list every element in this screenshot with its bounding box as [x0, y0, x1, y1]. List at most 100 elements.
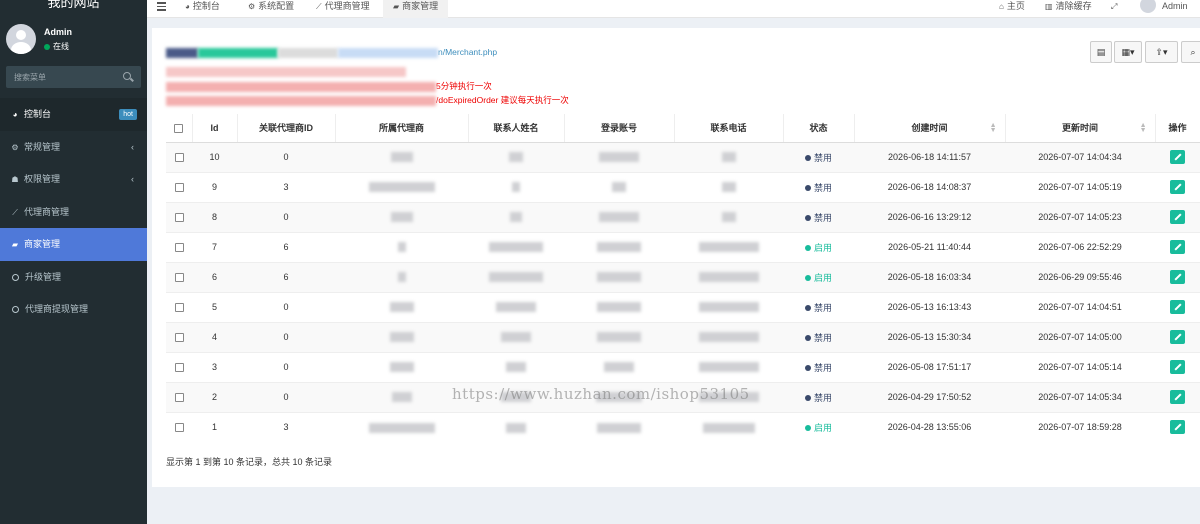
redacted-text: [391, 392, 412, 403]
edit-icon[interactable]: [1170, 210, 1185, 224]
row-select-cell: [166, 351, 192, 382]
site-title[interactable]: 我的网站: [0, 0, 147, 11]
table-row[interactable]: 5 0 禁用 2026-05-13 16:13:43 2026-07-07 14:04:…: [166, 291, 1200, 322]
sidebar-item-dashboard[interactable]: ◕ 控制台 hot: [0, 98, 147, 131]
status-text: 禁用: [813, 362, 832, 373]
table-row[interactable]: 3 0 禁用 2026-05-08 17:51:17 2026-07-07 14:05:…: [166, 351, 1200, 382]
cell-created: 2026-06-16 13:29:12: [854, 201, 1005, 232]
col-login-account[interactable]: 登录账号: [564, 114, 675, 143]
cell-agent: [335, 231, 468, 262]
edit-icon[interactable]: [1170, 240, 1185, 254]
sidebar-item-general[interactable]: ⚙ 常规管理 ‹: [0, 131, 147, 164]
row-checkbox[interactable]: [174, 273, 184, 283]
menu-search-input[interactable]: [6, 66, 116, 88]
line-chart-icon: ⟋: [12, 207, 18, 217]
row-checkbox[interactable]: [174, 423, 184, 433]
redacted-text: [698, 362, 759, 373]
sidebar-item-permission[interactable]: ☗ 权限管理 ‹: [0, 163, 147, 196]
cell-contact-name: [468, 291, 564, 322]
cell-phone: [674, 351, 783, 382]
tab-merchant-manage[interactable]: ▰ 商家管理: [383, 0, 449, 18]
row-checkbox[interactable]: [174, 243, 184, 253]
sidebar-item-merchant[interactable]: ▰ 商家管理: [0, 228, 147, 261]
tab-dashboard[interactable]: ◕ 控制台: [181, 0, 224, 18]
row-checkbox[interactable]: [174, 153, 184, 163]
redacted-text: [397, 272, 406, 283]
cell-agent: [335, 321, 468, 352]
row-checkbox[interactable]: [174, 393, 184, 403]
row-checkbox[interactable]: [174, 363, 184, 373]
export-button[interactable]: ⇪▾: [1145, 41, 1178, 63]
table-row[interactable]: 4 0 禁用 2026-05-13 15:30:34 2026-07-07 14:05:…: [166, 321, 1200, 352]
row-checkbox[interactable]: [174, 213, 184, 223]
home-link[interactable]: ⌂ 主页: [999, 0, 1025, 18]
cell-status: 启用: [783, 411, 854, 442]
edit-icon[interactable]: [1170, 420, 1185, 435]
col-agent[interactable]: 所属代理商: [335, 114, 469, 143]
edit-icon[interactable]: [1170, 360, 1185, 374]
cell-agent-id: 0: [237, 321, 335, 352]
dashboard-icon: ◕: [12, 110, 18, 119]
cell-updated: 2026-07-07 14:05:19: [1005, 171, 1155, 202]
col-id[interactable]: Id: [192, 114, 238, 143]
columns-button[interactable]: ▦▾: [1114, 41, 1142, 63]
cell-actions: [1155, 141, 1200, 172]
sort-icon[interactable]: ▲ ▼: [1140, 122, 1147, 134]
edit-icon[interactable]: [1170, 270, 1185, 284]
edit-icon[interactable]: [1170, 150, 1185, 164]
cell-status: 禁用: [783, 351, 854, 382]
status-text: 启用: [813, 422, 832, 433]
row-checkbox[interactable]: [174, 183, 184, 193]
col-status[interactable]: 状态: [783, 114, 855, 143]
cell-id: 10: [192, 141, 237, 172]
select-all-checkbox[interactable]: [174, 123, 184, 133]
cell-id: 2: [192, 381, 237, 412]
table-row[interactable]: 7 6 启用 2026-05-21 11:40:44 2026-07-06 22:52:…: [166, 231, 1200, 262]
cell-status: 启用: [783, 261, 854, 292]
cell-status: 禁用: [783, 171, 854, 202]
col-agent-id[interactable]: 关联代理商ID: [237, 114, 336, 143]
sidebar-item-upgrade[interactable]: 升级管理: [0, 261, 147, 294]
menu-toggle-icon[interactable]: [157, 2, 166, 13]
cell-login-account: [564, 231, 674, 262]
row-checkbox[interactable]: [174, 303, 184, 313]
redacted-text: [597, 272, 641, 283]
cell-actions: [1155, 381, 1200, 412]
col-phone[interactable]: 联系电话: [674, 114, 784, 143]
status-dot-icon: [804, 155, 811, 162]
table-row[interactable]: 10 0 禁用 2026-06-18 14:11:57 2026-07-07 14:04…: [166, 141, 1200, 172]
tab-system-config[interactable]: ⚙ 系统配置: [244, 0, 298, 18]
sidebar-item-agent[interactable]: ⟋ 代理商管理: [0, 196, 147, 229]
row-select-cell: [166, 231, 192, 262]
admin-menu[interactable]: Admin: [1140, 0, 1188, 18]
cell-id: 6: [192, 261, 237, 292]
edit-icon[interactable]: [1170, 300, 1185, 314]
search-icon[interactable]: [123, 72, 131, 80]
toggle-view-button[interactable]: ▤: [1090, 41, 1112, 63]
status-text: 禁用: [813, 332, 832, 343]
edit-icon[interactable]: [1170, 330, 1185, 344]
clear-cache-button[interactable]: ▥ 清除缓存: [1045, 0, 1092, 18]
edit-icon[interactable]: [1170, 390, 1185, 404]
col-created[interactable]: 创建时间 ▲ ▼: [854, 114, 1006, 143]
table-row[interactable]: 1 3 启用 2026-04-28 13:55:06 2026-07-07 18:59:…: [166, 411, 1200, 442]
search-button[interactable]: ⌕: [1181, 41, 1200, 63]
table-row[interactable]: 9 3 禁用 2026-06-18 14:08:37 2026-07-07 14:05:…: [166, 171, 1200, 202]
cell-created: 2026-06-18 14:08:37: [854, 171, 1005, 202]
edit-icon[interactable]: [1170, 180, 1185, 194]
tab-agent-manage[interactable]: ⟋ 代理商管理: [312, 0, 374, 18]
sidebar-item-agent-withdraw[interactable]: 代理商提现管理: [0, 293, 147, 326]
tab-label: 商家管理: [402, 1, 439, 11]
tab-label: 代理商管理: [324, 1, 370, 11]
fullscreen-button[interactable]: ⤢: [1111, 0, 1120, 18]
row-checkbox[interactable]: [174, 333, 184, 343]
cell-status: 禁用: [783, 201, 854, 232]
info-url-text[interactable]: n/Merchant.php: [438, 47, 497, 57]
redacted-text: [368, 422, 435, 433]
col-updated[interactable]: 更新时间 ▲ ▼: [1005, 114, 1156, 143]
table-row[interactable]: 6 6 启用 2026-05-18 16:03:34 2026-06-29 09:55:…: [166, 261, 1200, 292]
cell-status: 禁用: [783, 381, 854, 412]
col-contact-name[interactable]: 联系人姓名: [468, 114, 565, 143]
table-row[interactable]: 8 0 禁用 2026-06-16 13:29:12 2026-07-07 14:05:…: [166, 201, 1200, 232]
sort-icon[interactable]: ▲ ▼: [990, 122, 997, 134]
